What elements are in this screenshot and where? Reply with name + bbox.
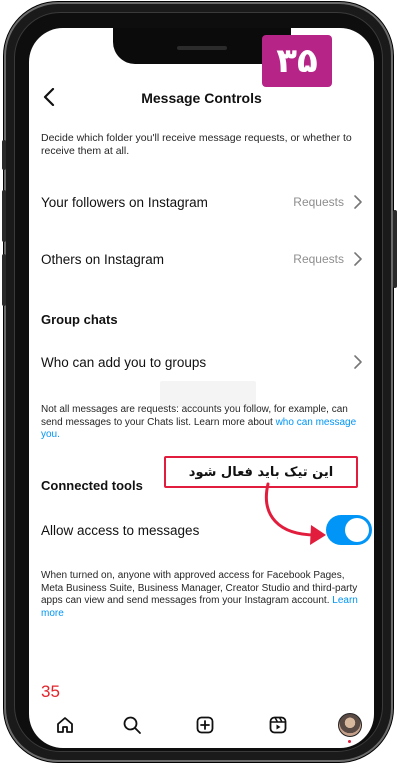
bottom-tab-bar <box>29 704 374 748</box>
connected-tools-note-text: When turned on, anyone with approved acc… <box>41 570 358 606</box>
reels-icon <box>269 716 287 734</box>
profile-avatar <box>338 713 362 737</box>
power-button <box>393 210 397 288</box>
page-badge: ۳۵ <box>262 35 332 87</box>
search-icon <box>123 716 141 734</box>
tab-search[interactable] <box>117 710 147 740</box>
connected-tools-note: When turned on, anyone with approved acc… <box>41 570 369 620</box>
mute-switch <box>2 140 6 170</box>
tab-home[interactable] <box>50 710 80 740</box>
home-icon <box>57 717 73 733</box>
page-number: 35 <box>41 682 60 701</box>
phone-screen: Message Controls Decide which folder you… <box>29 28 374 748</box>
tab-reels[interactable] <box>263 710 293 740</box>
annotation-arrow <box>264 482 326 545</box>
volume-up-button <box>2 190 6 242</box>
volume-down-button <box>2 254 6 306</box>
tab-profile[interactable] <box>335 710 365 740</box>
notification-dot <box>348 740 351 743</box>
tab-create[interactable] <box>190 710 220 740</box>
allow-access-label: Allow access to messages <box>41 522 200 538</box>
toggle-knob <box>345 518 369 542</box>
allow-access-toggle[interactable] <box>326 515 372 545</box>
create-icon <box>196 716 214 734</box>
row-allow-access: Allow access to messages <box>29 510 374 550</box>
